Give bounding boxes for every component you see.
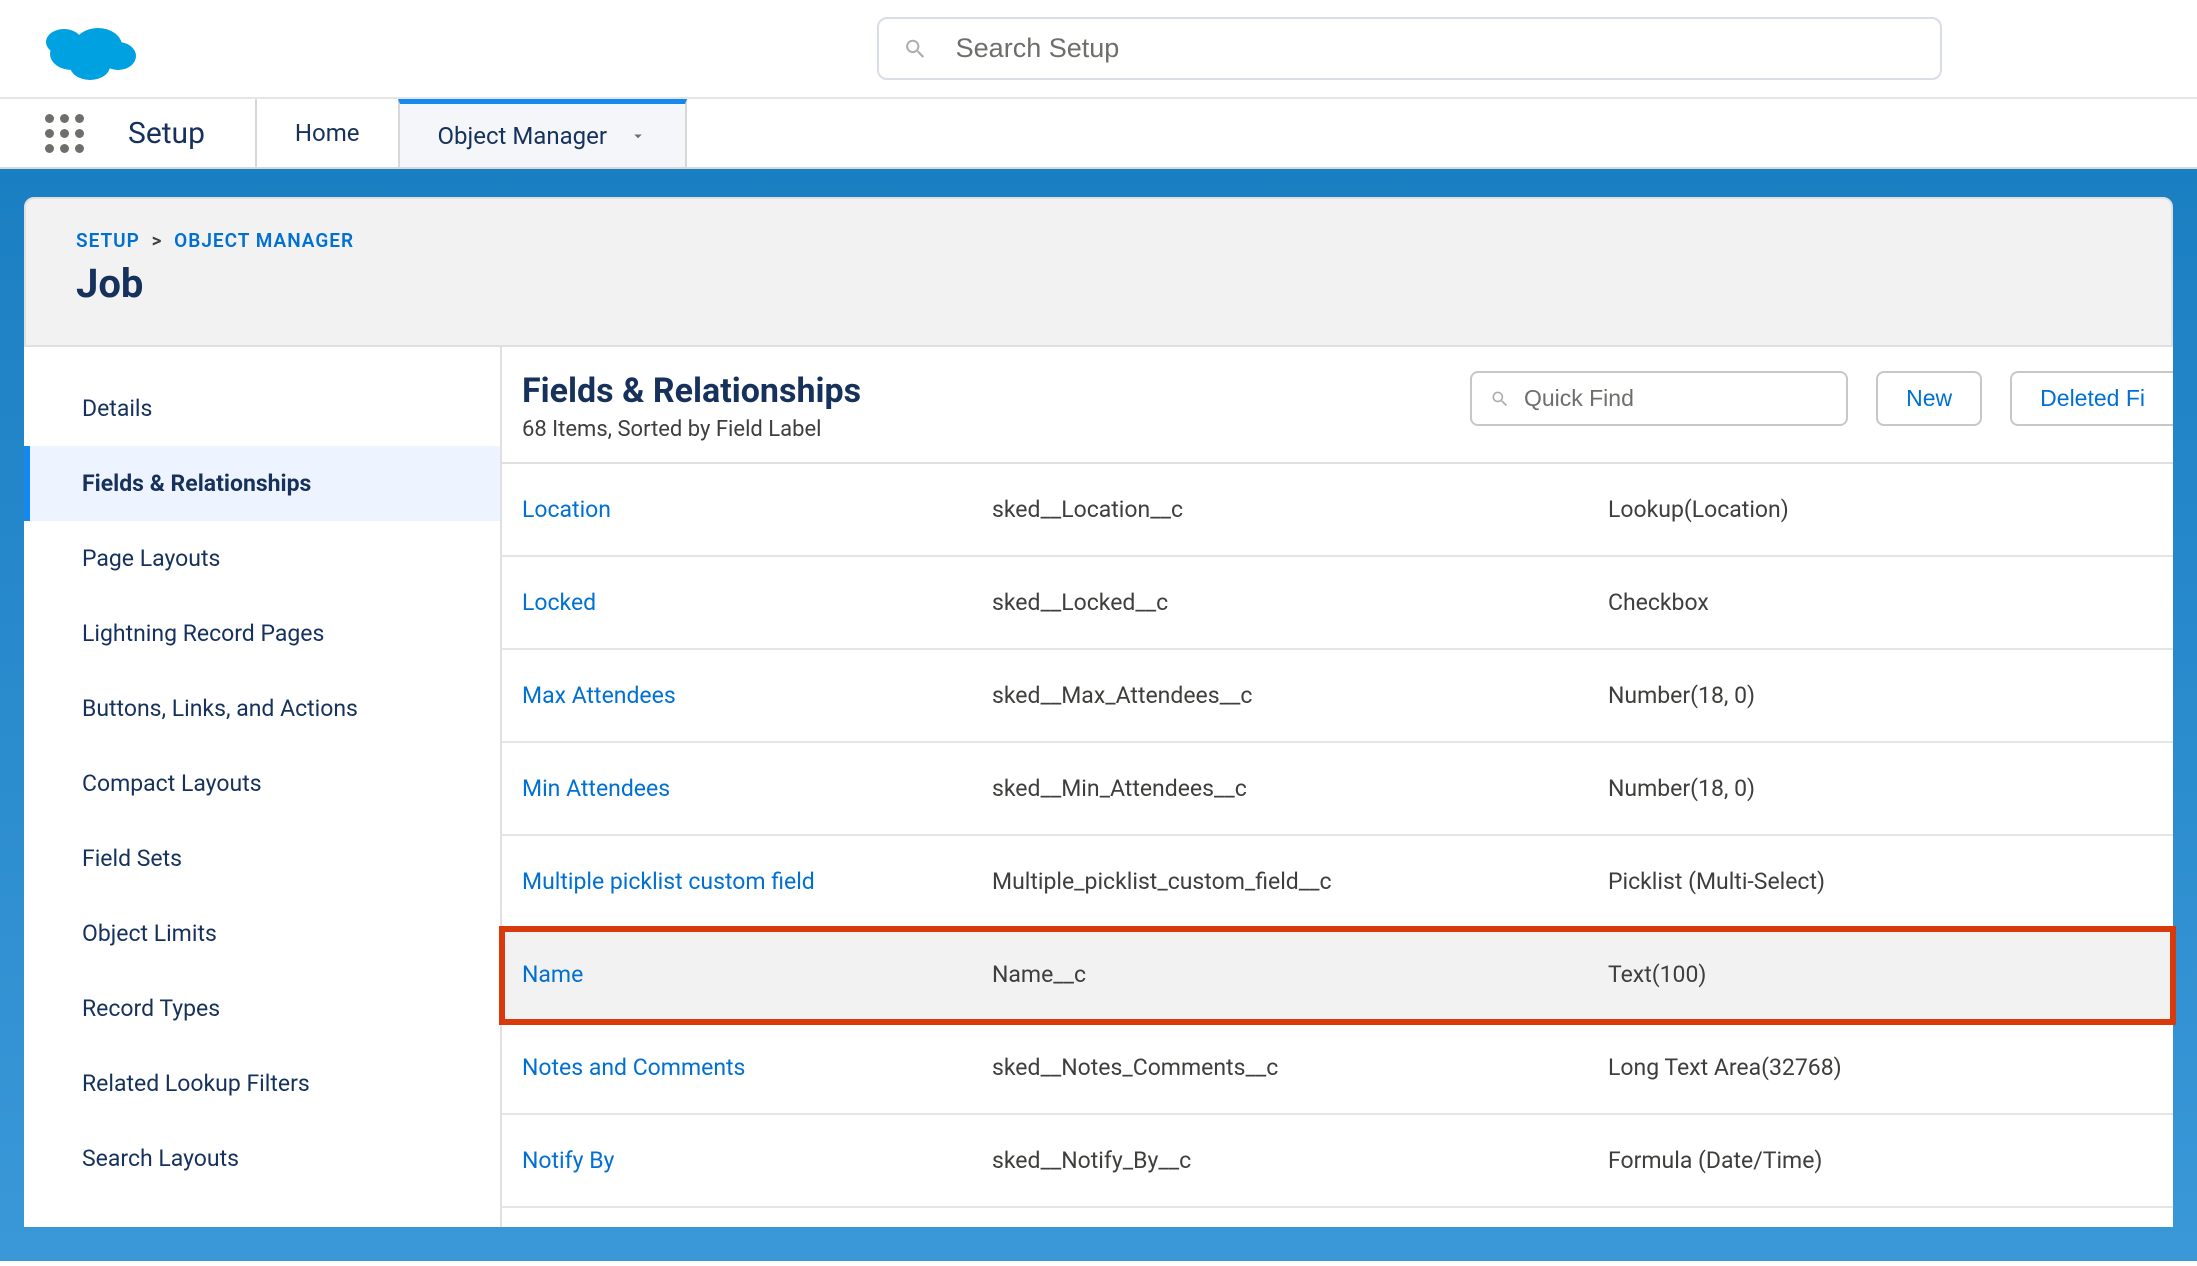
breadcrumb: SETUP > OBJECT MANAGER — [76, 229, 2121, 252]
field-api-name: sked__Notes_Comments__c — [992, 1022, 1608, 1113]
sidebar-item-record-types[interactable]: Record Types — [24, 971, 500, 1046]
field-data-type: Text(100) — [1608, 929, 2173, 1020]
table-row: Min Attendees sked__Min_Attendees__cNumbe… — [502, 743, 2173, 836]
sidebar-item-related-lookup-filters[interactable]: Related Lookup Filters — [24, 1046, 500, 1121]
tab-object-manager[interactable]: Object Manager — [398, 99, 687, 167]
sidebar-item-lightning-record-pages[interactable]: Lightning Record Pages — [24, 596, 500, 671]
quick-find-input[interactable] — [1524, 385, 1828, 412]
tab-home[interactable]: Home — [255, 99, 398, 167]
search-icon — [903, 36, 928, 62]
sidebar-item-buttons-links-and-actions[interactable]: Buttons, Links, and Actions — [24, 671, 500, 746]
sidebar-item-details[interactable]: Details — [24, 371, 500, 446]
field-data-type: Number(18, 0) — [1608, 650, 2173, 741]
table-row: Notes and Comments sked__Notes_Comments__… — [502, 1022, 2173, 1115]
breadcrumb-setup[interactable]: SETUP — [76, 229, 140, 252]
tab-object-manager-label: Object Manager — [438, 122, 607, 150]
field-data-type: Picklist (Multi-Select) — [1608, 836, 2173, 927]
sidebar-item-object-limits[interactable]: Object Limits — [24, 896, 500, 971]
sidebar-item-field-sets[interactable]: Field Sets — [24, 821, 500, 896]
field-label-link[interactable]: Location — [522, 496, 611, 523]
field-label-link[interactable]: Name — [522, 961, 583, 988]
field-label-link[interactable]: Notes and Comments — [522, 1054, 745, 1081]
field-data-type: Formula (Date/Time) — [1608, 1115, 2173, 1206]
search-setup-box[interactable] — [877, 17, 1942, 80]
table-row: Locked sked__Locked__cCheckbox — [502, 557, 2173, 650]
table-row: Name Name__cText(100) — [502, 929, 2173, 1022]
new-button[interactable]: New — [1876, 371, 1982, 426]
nav-title: Setup — [128, 99, 255, 167]
table-row: Location sked__Location__cLookup(Location… — [502, 464, 2173, 557]
field-api-name: sked__Min_Attendees__c — [992, 743, 1608, 834]
table-row: Notify By sked__Notify_By__cFormula (Date… — [502, 1115, 2173, 1208]
field-label-link[interactable]: Multiple picklist custom field — [522, 868, 815, 895]
deleted-fields-button[interactable]: Deleted Fi — [2010, 371, 2173, 426]
section-subtitle: 68 Items, Sorted by Field Label — [522, 417, 861, 442]
field-data-type: Lookup(Location) — [1608, 464, 2173, 555]
field-api-name: Multiple_picklist_custom_field__c — [992, 836, 1608, 927]
field-label-link[interactable]: Min Attendees — [522, 775, 670, 802]
search-icon — [1490, 388, 1510, 410]
field-data-type: Checkbox — [1608, 557, 2173, 648]
table-row: Max Attendees sked__Max_Attendees__cNumbe… — [502, 650, 2173, 743]
sidebar: DetailsFields & RelationshipsPage Layout… — [24, 347, 502, 1227]
tab-home-label: Home — [295, 119, 360, 147]
chevron-down-icon — [629, 127, 647, 145]
app-launcher-icon[interactable] — [0, 99, 128, 167]
salesforce-logo — [0, 14, 180, 84]
breadcrumb-object-manager[interactable]: OBJECT MANAGER — [174, 229, 354, 252]
table-row: Multiple picklist custom field Multiple_p… — [502, 836, 2173, 929]
sidebar-item-compact-layouts[interactable]: Compact Layouts — [24, 746, 500, 821]
quick-find-box[interactable] — [1470, 371, 1848, 426]
page-title: Job — [76, 260, 2121, 307]
field-api-name: sked__Notify_By__c — [992, 1115, 1608, 1206]
field-api-name: sked__Locked__c — [992, 557, 1608, 648]
search-setup-input[interactable] — [956, 33, 1916, 64]
field-label-link[interactable]: Notify By — [522, 1147, 614, 1174]
sidebar-item-search-layouts[interactable]: Search Layouts — [24, 1121, 500, 1196]
field-label-link[interactable]: Max Attendees — [522, 682, 676, 709]
sidebar-item-fields-relationships[interactable]: Fields & Relationships — [24, 446, 500, 521]
breadcrumb-sep: > — [146, 229, 169, 252]
section-title: Fields & Relationships — [522, 371, 861, 411]
field-api-name: Name__c — [992, 929, 1608, 1020]
field-data-type: Number(18, 0) — [1608, 743, 2173, 834]
field-data-type: Long Text Area(32768) — [1608, 1022, 2173, 1113]
field-api-name: sked__Location__c — [992, 464, 1608, 555]
field-label-link[interactable]: Locked — [522, 589, 596, 616]
sidebar-item-page-layouts[interactable]: Page Layouts — [24, 521, 500, 596]
field-api-name: sked__Max_Attendees__c — [992, 650, 1608, 741]
